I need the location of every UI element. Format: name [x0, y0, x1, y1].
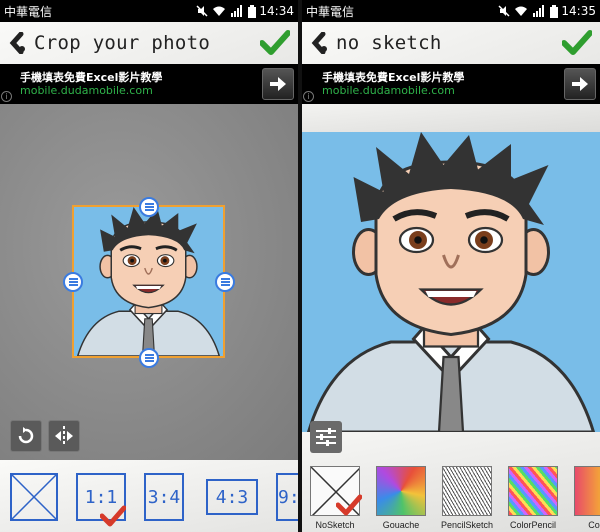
ad-arrow-button[interactable] — [262, 68, 294, 100]
back-icon[interactable] — [308, 31, 332, 55]
signal-icon — [533, 5, 545, 17]
ad-arrow-button[interactable] — [564, 68, 596, 100]
sketch-preview-image — [302, 132, 600, 432]
signal-icon — [231, 5, 243, 17]
filter-pencilsketch[interactable]: PencilSketch — [438, 464, 496, 530]
crop-frame[interactable] — [72, 205, 225, 358]
ratio-toolbar: 1:1 3:4 4:3 9: — [0, 460, 298, 532]
ad-url: mobile.dudamobile.com — [20, 84, 153, 97]
page-title: Crop your photo — [34, 32, 211, 54]
filter-colorpencil[interactable]: ColorPencil — [504, 464, 562, 530]
selected-check-icon — [100, 505, 126, 527]
ratio-3-4[interactable]: 3:4 — [144, 473, 184, 521]
color-thumb — [574, 466, 600, 516]
ratio-9-16[interactable]: 9: — [276, 473, 298, 521]
color-pencil-thumb — [508, 466, 558, 516]
adjust-button[interactable] — [310, 421, 342, 453]
title-bar: no sketch — [302, 22, 600, 64]
sketch-screen: 中華電信 14:35 no sketch 手機填表免費Excel影片教學 mob… — [302, 0, 600, 532]
ad-info-icon[interactable]: i — [1, 91, 12, 102]
flip-button[interactable] — [48, 420, 80, 452]
ad-info-icon[interactable]: i — [303, 91, 314, 102]
back-icon[interactable] — [6, 31, 30, 55]
filter-gouache[interactable]: Gouache — [372, 464, 430, 530]
crop-handle-left[interactable] — [63, 272, 83, 292]
ratio-label: 9: — [278, 486, 298, 508]
ratio-label: 4:3 — [215, 486, 249, 508]
selected-check-icon — [336, 494, 362, 516]
filter-label: Color — [588, 520, 600, 530]
crop-screen: 中華電信 14:34 Crop your photo 手機填表免費Excel影片… — [0, 0, 298, 532]
filter-color[interactable]: Color — [570, 464, 600, 530]
preview-top-margin — [302, 104, 600, 132]
ad-banner[interactable]: 手機填表免費Excel影片教學 mobile.dudamobile.com i — [302, 64, 600, 104]
filter-nosketch[interactable]: NoSketch — [306, 464, 364, 530]
ad-title: 手機填表免費Excel影片教學 — [20, 71, 163, 84]
avatar-image — [76, 207, 221, 356]
carrier-label: 中華電信 — [4, 4, 53, 19]
ratio-free[interactable] — [10, 473, 58, 521]
ratio-1-1[interactable]: 1:1 — [76, 473, 126, 527]
carrier-label: 中華電信 — [306, 4, 355, 19]
gouache-thumb — [376, 466, 426, 516]
ad-banner[interactable]: 手機填表免費Excel影片教學 mobile.dudamobile.com i — [0, 64, 298, 104]
free-crop-icon — [12, 475, 56, 519]
rotate-button[interactable] — [10, 420, 42, 452]
clock: 14:34 — [259, 4, 294, 18]
crop-work-area — [0, 104, 298, 460]
confirm-check-icon[interactable] — [258, 28, 292, 58]
mute-icon — [498, 5, 510, 17]
ad-title: 手機填表免費Excel影片教學 — [322, 71, 465, 84]
crop-handle-right[interactable] — [215, 272, 235, 292]
ratio-4-3[interactable]: 4:3 — [206, 479, 258, 515]
flip-icon — [55, 426, 73, 446]
pencil-sketch-thumb — [442, 466, 492, 516]
crop-handle-bottom[interactable] — [139, 348, 159, 368]
page-title: no sketch — [336, 32, 442, 54]
status-bar: 中華電信 14:35 — [302, 0, 600, 22]
avatar-image — [302, 132, 600, 432]
confirm-check-icon[interactable] — [560, 28, 594, 58]
sliders-icon — [316, 428, 336, 446]
status-bar: 中華電信 14:34 — [0, 0, 298, 22]
crop-handle-top[interactable] — [139, 197, 159, 217]
clock: 14:35 — [561, 4, 596, 18]
mute-icon — [196, 5, 208, 17]
arrow-right-icon — [270, 77, 286, 91]
ratio-label: 3:4 — [147, 486, 181, 508]
wifi-icon — [515, 6, 528, 16]
ad-url: mobile.dudamobile.com — [322, 84, 455, 97]
arrow-right-icon — [572, 77, 588, 91]
battery-icon — [550, 4, 559, 18]
battery-icon — [248, 4, 257, 18]
title-bar: Crop your photo — [0, 22, 298, 64]
wifi-icon — [213, 6, 226, 16]
rotate-icon — [18, 427, 34, 444]
